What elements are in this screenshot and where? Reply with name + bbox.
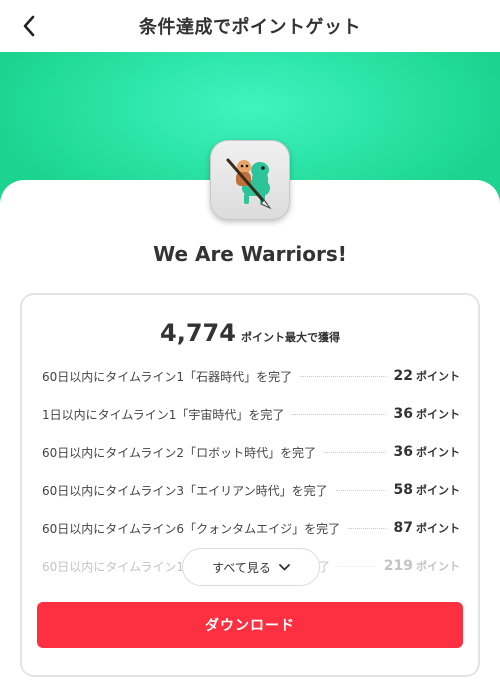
task-points-value: 36 [393,406,413,422]
task-points-value: 219 [383,558,413,574]
total-points-label: ポイント最大で獲得 [240,331,340,344]
leader-dots [300,375,386,377]
leader-dots [335,489,386,491]
task-points-value: 22 [393,368,413,384]
task-description: 1日以内にタイムライン1「宇宙時代」を完了 [42,407,285,422]
leader-dots [292,413,386,415]
download-button[interactable]: ダウンロード [37,602,463,648]
leader-dots [324,451,386,453]
task-points: 87 ポイント [394,520,460,536]
task-description: 60日以内にタイムライン2「ロボット時代」を完了 [42,445,317,460]
see-all-label: すべて見る [212,560,271,575]
task-points: 219 ポイント [384,558,460,574]
task-points-value: 87 [393,520,413,536]
download-label: ダウンロード [205,618,295,634]
points-unit: ポイント [416,370,460,383]
task-points: 58 ポイント [394,482,460,498]
warrior-icon [226,158,272,210]
task-description: 60日以内にタイムライン1 [42,559,185,574]
points-unit: ポイント [416,408,460,421]
task-description: 60日以内にタイムライン1「石器時代」を完了 [42,369,293,384]
top-bar: 条件達成でポイントゲット [0,0,500,52]
page-title: 条件達成でポイントゲット [139,17,361,38]
leader-dots [338,565,376,567]
app-icon [210,140,290,220]
back-button[interactable] [14,12,44,40]
leader-dots [348,527,386,529]
chevron-left-icon [23,15,35,37]
rewards-card: 4,774 ポイント最大で獲得 60日以内にタイムライン1「石器時代」を完了 2… [20,293,480,677]
points-unit: ポイント [416,560,460,573]
task-points: 22 ポイント [394,368,460,384]
task-points-value: 58 [393,482,413,498]
app-name: We Are Warriors! [153,242,347,266]
task-row: 60日以内にタイムライン3「エイリアン時代」を完了 58 ポイント [42,480,460,500]
task-row: 60日以内にタイムライン6「クォンタムエイジ」を完了 87 ポイント [42,518,460,538]
task-points-value: 36 [393,444,413,460]
task-row: 60日以内にタイムライン2「ロボット時代」を完了 36 ポイント [42,442,460,462]
task-description: 60日以内にタイムライン3「エイリアン時代」を完了 [42,483,328,498]
task-row: 60日以内にタイムライン1「石器時代」を完了 22 ポイント [42,366,460,386]
task-points: 36 ポイント [394,406,460,422]
task-points: 36 ポイント [394,444,460,460]
task-row: 1日以内にタイムライン1「宇宙時代」を完了 36 ポイント [42,404,460,424]
chevron-down-icon [278,563,290,571]
total-points: 4,774 ポイント最大で獲得 [22,319,478,347]
see-all-button[interactable]: すべて見る [182,548,320,586]
points-unit: ポイント [416,522,460,535]
points-unit: ポイント [416,484,460,497]
points-unit: ポイント [416,446,460,459]
total-points-value: 4,774 [160,319,236,347]
task-description: 60日以内にタイムライン6「クォンタムエイジ」を完了 [42,521,341,536]
